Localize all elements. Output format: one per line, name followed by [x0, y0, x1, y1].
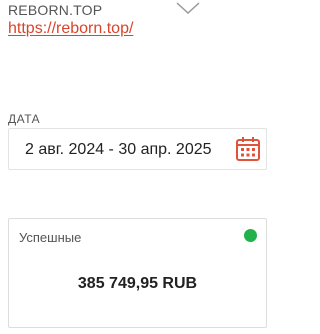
card-amount: 385 749,95 RUB	[77, 275, 198, 292]
status-indicator-icon	[244, 229, 257, 242]
card-label: Успешные	[19, 230, 82, 245]
site-url-link[interactable]: https://reborn.top/	[8, 20, 133, 38]
successful-payments-card: Успешные 385 749,95 RUB	[8, 218, 267, 328]
date-range-value: 2 авг. 2024 - 30 апр. 2025	[25, 141, 212, 158]
site-name: REBORN.TOP	[8, 2, 103, 18]
date-filter-label: ДАТА	[8, 112, 41, 126]
date-range-picker[interactable]: 2 авг. 2024 - 30 апр. 2025	[8, 128, 267, 170]
chevron-down-icon[interactable]	[175, 1, 201, 15]
calendar-icon[interactable]	[234, 135, 262, 163]
